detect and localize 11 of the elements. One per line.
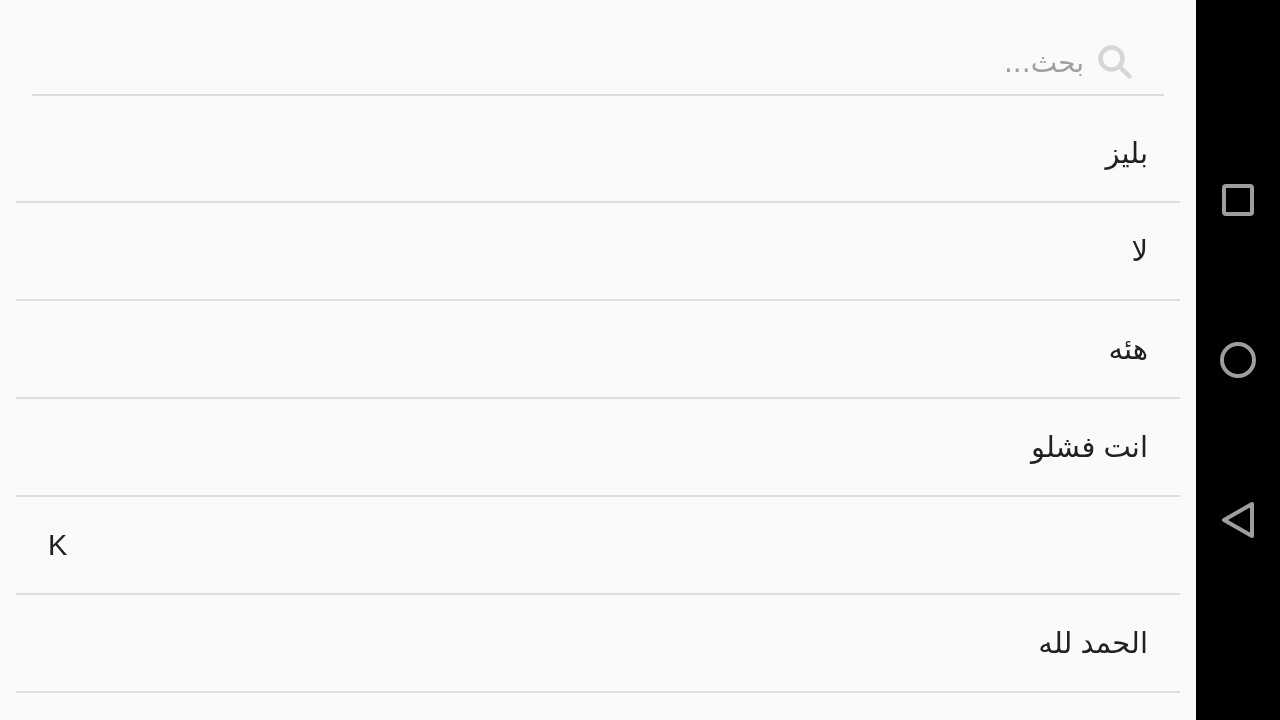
list-item[interactable]: لا: [16, 203, 1180, 301]
circle-icon[interactable]: [1220, 342, 1256, 378]
search-icon: [1098, 45, 1132, 79]
search-field[interactable]: بحث...: [48, 40, 1084, 84]
list-item[interactable]: انت فشلو: [16, 399, 1180, 497]
list-item[interactable]: هئه: [16, 301, 1180, 399]
square-icon[interactable]: [1222, 184, 1254, 216]
back-icon[interactable]: [1221, 501, 1255, 539]
list-item[interactable]: K: [16, 497, 1180, 595]
list-item[interactable]: الحمد لله: [16, 595, 1180, 693]
list-item[interactable]: بليز: [16, 105, 1180, 203]
